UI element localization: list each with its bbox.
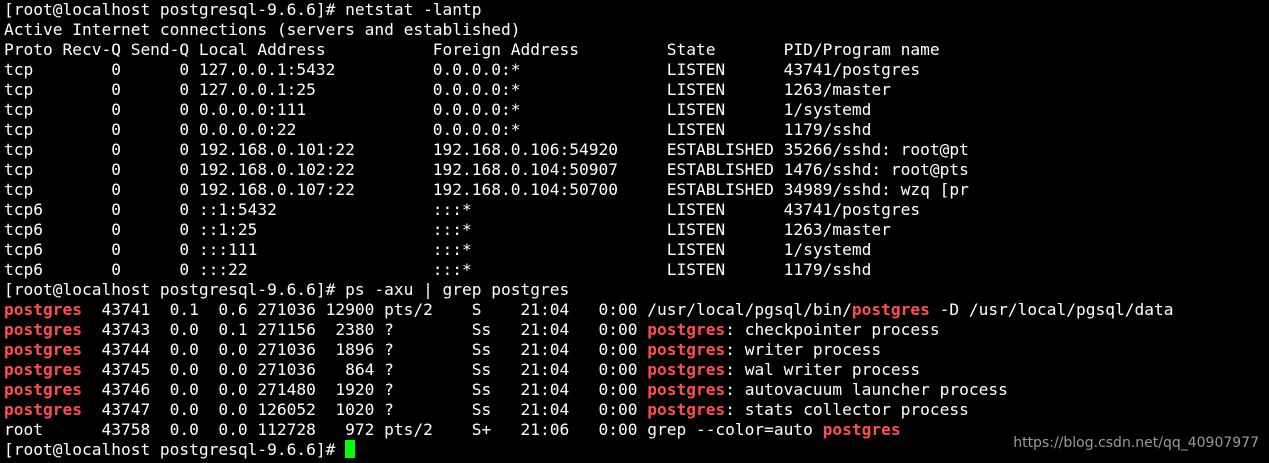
terminal-text: tcp 0 0 127.0.0.1:5432 0.0.0.0:* LISTEN … bbox=[4, 60, 921, 79]
terminal-text: 43745 0.0 0.0 271036 864 ? Ss 21:04 0:00 bbox=[81, 360, 648, 379]
terminal-line: tcp 0 0 0.0.0.0:111 0.0.0.0:* LISTEN 1/s… bbox=[4, 100, 1266, 120]
terminal-text: tcp 0 0 192.168.0.101:22 192.168.0.106:5… bbox=[4, 140, 969, 159]
terminal-line: tcp6 0 0 ::1:25 :::* LISTEN 1263/master bbox=[4, 220, 1266, 240]
terminal-line: [root@localhost postgresql-9.6.6]# ps -a… bbox=[4, 280, 1266, 300]
highlighted-match-text: postgres bbox=[4, 360, 82, 379]
terminal-text: tcp6 0 0 ::1:25 :::* LISTEN 1263/master bbox=[4, 220, 891, 239]
terminal-text: : checkpointer process bbox=[725, 320, 940, 339]
terminal-text: root 43758 0.0 0.0 112728 972 pts/2 S+ 2… bbox=[4, 420, 823, 439]
terminal-line: tcp 0 0 192.168.0.102:22 192.168.0.104:5… bbox=[4, 160, 1266, 180]
terminal-text: [root@localhost postgresql-9.6.6]# bbox=[4, 440, 346, 459]
terminal-text: Active Internet connections (servers and… bbox=[4, 20, 521, 39]
terminal-text: 43746 0.0 0.0 271480 1920 ? Ss 21:04 0:0… bbox=[81, 380, 648, 399]
terminal-line: tcp 0 0 127.0.0.1:5432 0.0.0.0:* LISTEN … bbox=[4, 60, 1266, 80]
highlighted-match-text: postgres bbox=[647, 360, 726, 379]
terminal-line: tcp 0 0 192.168.0.101:22 192.168.0.106:5… bbox=[4, 140, 1266, 160]
terminal-text: : wal writer process bbox=[725, 360, 921, 379]
terminal-line: tcp 0 0 127.0.0.1:25 0.0.0.0:* LISTEN 12… bbox=[4, 80, 1266, 100]
highlighted-match-text: postgres bbox=[647, 320, 726, 339]
terminal-text: tcp 0 0 192.168.0.102:22 192.168.0.104:5… bbox=[4, 160, 969, 179]
terminal-text: : writer process bbox=[725, 340, 882, 359]
terminal-cursor bbox=[345, 440, 356, 458]
watermark-text: https://blog.csdn.net/qq_40907977 bbox=[1013, 435, 1259, 451]
terminal-line: Proto Recv-Q Send-Q Local Address Foreig… bbox=[4, 40, 1266, 60]
terminal-window[interactable]: [root@localhost postgresql-9.6.6]# netst… bbox=[4, 0, 1266, 463]
terminal-line: postgres 43746 0.0 0.0 271480 1920 ? Ss … bbox=[4, 380, 1266, 400]
terminal-text: 43747 0.0 0.0 126052 1020 ? Ss 21:04 0:0… bbox=[81, 400, 648, 419]
terminal-text: Proto Recv-Q Send-Q Local Address Foreig… bbox=[4, 40, 940, 59]
terminal-text: tcp 0 0 192.168.0.107:22 192.168.0.104:5… bbox=[4, 180, 969, 199]
terminal-line: [root@localhost postgresql-9.6.6]# netst… bbox=[4, 0, 1266, 20]
terminal-line: tcp 0 0 192.168.0.107:22 192.168.0.104:5… bbox=[4, 180, 1266, 200]
terminal-text: tcp 0 0 0.0.0.0:22 0.0.0.0:* LISTEN 1179… bbox=[4, 120, 872, 139]
terminal-line: postgres 43744 0.0 0.0 271036 1896 ? Ss … bbox=[4, 340, 1266, 360]
terminal-line: tcp6 0 0 :::22 :::* LISTEN 1179/sshd bbox=[4, 260, 1266, 280]
terminal-text: tcp 0 0 127.0.0.1:25 0.0.0.0:* LISTEN 12… bbox=[4, 80, 891, 99]
terminal-text: tcp6 0 0 :::111 :::* LISTEN 1/systemd bbox=[4, 240, 872, 259]
highlighted-match-text: postgres bbox=[851, 300, 930, 319]
highlighted-match-text: postgres bbox=[822, 420, 901, 439]
terminal-text: 43744 0.0 0.0 271036 1896 ? Ss 21:04 0:0… bbox=[81, 340, 648, 359]
highlighted-match-text: postgres bbox=[647, 340, 726, 359]
terminal-text: : stats collector process bbox=[725, 400, 969, 419]
terminal-text: 43743 0.0 0.1 271156 2380 ? Ss 21:04 0:0… bbox=[81, 320, 648, 339]
terminal-line: postgres 43747 0.0 0.0 126052 1020 ? Ss … bbox=[4, 400, 1266, 420]
terminal-text: [root@localhost postgresql-9.6.6]# netst… bbox=[4, 0, 482, 19]
terminal-text: : autovacuum launcher process bbox=[725, 380, 1008, 399]
terminal-text: tcp6 0 0 :::22 :::* LISTEN 1179/sshd bbox=[4, 260, 872, 279]
terminal-line: Active Internet connections (servers and… bbox=[4, 20, 1266, 40]
highlighted-match-text: postgres bbox=[4, 320, 82, 339]
highlighted-match-text: postgres bbox=[647, 400, 726, 419]
terminal-line: postgres 43745 0.0 0.0 271036 864 ? Ss 2… bbox=[4, 360, 1266, 380]
terminal-line: tcp6 0 0 ::1:5432 :::* LISTEN 43741/post… bbox=[4, 200, 1266, 220]
highlighted-match-text: postgres bbox=[4, 300, 82, 319]
highlighted-match-text: postgres bbox=[4, 340, 82, 359]
highlighted-match-text: postgres bbox=[647, 380, 726, 399]
terminal-text: tcp6 0 0 ::1:5432 :::* LISTEN 43741/post… bbox=[4, 200, 921, 219]
highlighted-match-text: postgres bbox=[4, 400, 82, 419]
terminal-text: -D /usr/local/pgsql/data bbox=[929, 300, 1174, 319]
terminal-text: tcp 0 0 0.0.0.0:111 0.0.0.0:* LISTEN 1/s… bbox=[4, 100, 872, 119]
terminal-line: postgres 43741 0.1 0.6 271036 12900 pts/… bbox=[4, 300, 1266, 320]
terminal-text: [root@localhost postgresql-9.6.6]# ps -a… bbox=[4, 280, 570, 299]
terminal-line: tcp 0 0 0.0.0.0:22 0.0.0.0:* LISTEN 1179… bbox=[4, 120, 1266, 140]
terminal-text: 43741 0.1 0.6 271036 12900 pts/2 S 21:04… bbox=[81, 300, 852, 319]
terminal-line: postgres 43743 0.0 0.1 271156 2380 ? Ss … bbox=[4, 320, 1266, 340]
terminal-line: tcp6 0 0 :::111 :::* LISTEN 1/systemd bbox=[4, 240, 1266, 260]
highlighted-match-text: postgres bbox=[4, 380, 82, 399]
